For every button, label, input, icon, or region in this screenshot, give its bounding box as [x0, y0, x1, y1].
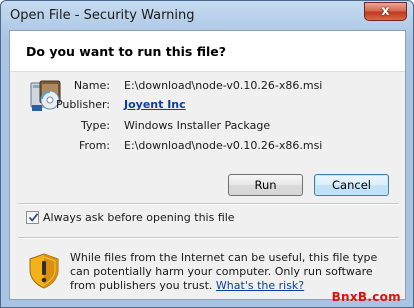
question-heading: Do you want to run this file? — [26, 44, 226, 59]
from-value: E:\download\node-v0.10.26-x86.msi — [124, 139, 323, 152]
run-button[interactable]: Run — [228, 174, 303, 196]
question-header: Do you want to run this file? — [10, 31, 405, 72]
whats-the-risk-link[interactable]: What's the risk? — [216, 279, 304, 292]
warning-divider — [18, 237, 399, 239]
cancel-button[interactable]: Cancel — [314, 174, 389, 196]
security-shield-icon — [29, 253, 59, 289]
close-icon: x — [381, 4, 390, 19]
checkmark-icon — [28, 213, 39, 222]
close-button[interactable]: x — [364, 2, 407, 21]
options-divider — [18, 203, 399, 205]
warning-message: While files from the Internet can be use… — [70, 251, 400, 293]
name-value: E:\download\node-v0.10.26-x86.msi — [124, 79, 323, 92]
type-label: Type: — [81, 119, 110, 132]
watermark: BnxB.com — [331, 290, 401, 304]
publisher-label: Publisher: — [55, 98, 110, 111]
dialog-body: Do you want to run this file? Name: E:\d… — [9, 30, 406, 300]
type-value: Windows Installer Package — [124, 119, 271, 132]
security-warning-dialog: Open File - Security Warning x Do you wa… — [0, 0, 414, 308]
title-bar[interactable]: Open File - Security Warning x — [1, 1, 413, 29]
from-label: From: — [79, 139, 110, 152]
window-title: Open File - Security Warning — [10, 8, 195, 23]
name-label: Name: — [73, 79, 110, 92]
always-ask-checkbox[interactable] — [26, 211, 39, 224]
always-ask-label[interactable]: Always ask before opening this file — [43, 211, 235, 224]
publisher-link[interactable]: Joyent Inc — [124, 98, 186, 111]
